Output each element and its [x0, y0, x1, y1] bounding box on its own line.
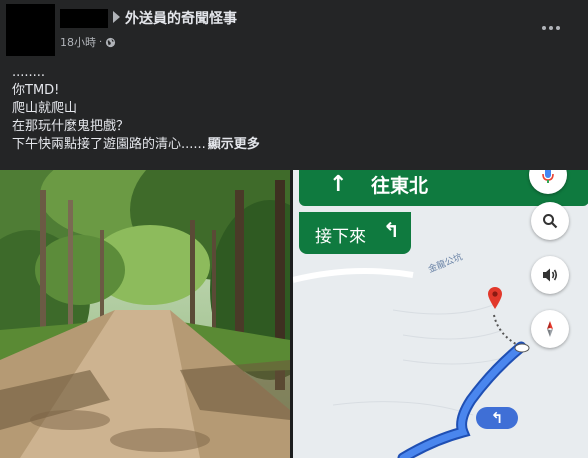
group-name[interactable]: 外送員的奇聞怪事	[125, 8, 237, 28]
post-line: ........	[12, 65, 46, 80]
straight-arrow-icon: ↑	[329, 172, 348, 197]
post-line: 你TMD!	[12, 83, 60, 98]
compass-icon[interactable]	[531, 310, 569, 348]
search-icon[interactable]	[531, 202, 569, 240]
post-line-last: 下午快兩點接了遊園路的清心...... 顯示更多	[12, 136, 260, 154]
direction-text: 往東北	[371, 175, 429, 197]
map-pin-icon	[487, 286, 503, 314]
post-line-text: 下午快兩點接了遊園路的清心......	[12, 137, 206, 152]
post-body: ........ 你TMD! 爬山就爬山 在那玩什麼鬼把戲？ 下午快兩點接了遊園…	[12, 64, 260, 154]
see-more-link[interactable]: 顯示更多	[208, 137, 260, 152]
post-line: 爬山就爬山	[12, 101, 78, 116]
avatar[interactable]	[6, 4, 55, 56]
turn-indicator: ↰	[476, 407, 518, 429]
post-header: 外送員的奇聞怪事 18小時 ·	[0, 0, 588, 60]
forest-trail-photo[interactable]	[0, 170, 290, 458]
speaker-icon[interactable]	[531, 256, 569, 294]
caret-right-icon	[113, 11, 120, 23]
navigation-map[interactable]: ↑ 往東北 接下來 ↰ 金龍公坑 ↰	[293, 170, 588, 458]
more-options-icon[interactable]	[540, 20, 562, 36]
author-name-redacted[interactable]	[60, 9, 108, 28]
post-time[interactable]: 18小時	[60, 34, 96, 50]
next-label: 接下來	[315, 227, 366, 247]
next-turn-panel: 接下來 ↰	[299, 212, 411, 254]
meta-separator: ·	[99, 36, 103, 48]
turn-left-icon: ↰	[383, 218, 400, 242]
post-line: 在那玩什麼鬼把戲？	[12, 119, 130, 134]
globe-icon[interactable]	[105, 37, 116, 48]
photo-grid: ↑ 往東北 接下來 ↰ 金龍公坑 ↰	[0, 170, 588, 458]
post-meta: 18小時 ·	[60, 34, 116, 50]
